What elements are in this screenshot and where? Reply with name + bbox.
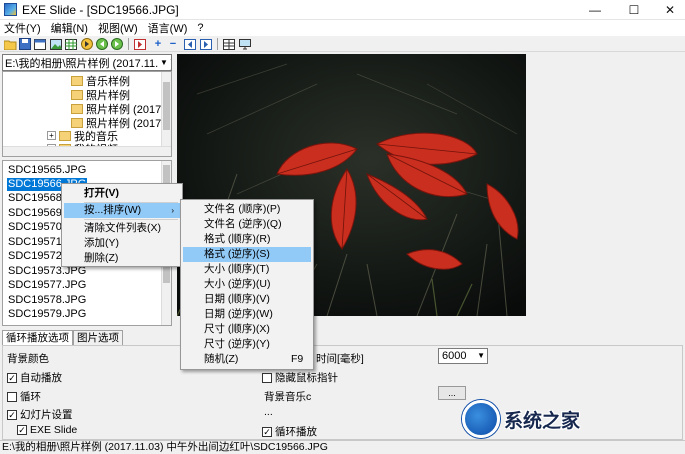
list-item[interactable]: SDC19565.JPG bbox=[7, 164, 87, 177]
menu-item-delete[interactable]: 删除(Z) bbox=[64, 251, 180, 266]
chevron-down-icon: ▼ bbox=[477, 351, 485, 360]
picture-icon[interactable] bbox=[49, 37, 63, 51]
slideshow-settings-checkbox[interactable]: ✓ 幻灯片设置 bbox=[7, 407, 73, 422]
watermark-logo-icon bbox=[462, 400, 500, 438]
context-menu: 打开(V) 按...排序(W) › 清除文件列表(X) 添加(Y) 删除(Z) bbox=[61, 183, 183, 267]
music-path-ellipsis: ... bbox=[264, 406, 273, 418]
chevron-down-icon[interactable]: ▼ bbox=[158, 55, 170, 70]
add-icon[interactable]: + bbox=[151, 37, 165, 51]
menu-item-format-asc[interactable]: 格式 (顺序)(R) bbox=[183, 232, 311, 247]
menu-item-open[interactable]: 打开(V) bbox=[64, 186, 180, 201]
tab-image-options[interactable]: 图片选项 bbox=[73, 330, 123, 345]
monitor-icon[interactable] bbox=[238, 37, 252, 51]
remove-icon[interactable]: − bbox=[166, 37, 180, 51]
list-item[interactable]: SDC19577.JPG bbox=[7, 279, 87, 292]
sort-submenu: 文件名 (顺序)(P) 文件名 (逆序)(Q) 格式 (顺序)(R) 格式 (逆… bbox=[180, 199, 314, 370]
tab-loop-options[interactable]: 循环播放选项 bbox=[2, 330, 73, 345]
menu-bar: 文件(Y) 编辑(N) 视图(W) 语言(W) ? bbox=[0, 20, 685, 36]
toolbar: + − bbox=[0, 36, 685, 52]
folder-icon bbox=[71, 103, 83, 114]
menu-item-sort-by[interactable]: 按...排序(W) › bbox=[64, 203, 180, 218]
table-icon[interactable] bbox=[222, 37, 236, 51]
menu-item-dimension-desc[interactable]: 尺寸 (逆序)(Y) bbox=[183, 337, 311, 352]
tree-hscrollbar[interactable] bbox=[3, 146, 171, 156]
folder-icon bbox=[71, 89, 83, 100]
menu-file[interactable]: 文件(Y) bbox=[0, 20, 46, 36]
open-folder-icon[interactable] bbox=[3, 37, 17, 51]
check-icon[interactable] bbox=[7, 391, 17, 402]
list-item[interactable]: SDC19579.JPG bbox=[7, 308, 87, 321]
menu-help[interactable]: ? bbox=[192, 22, 208, 34]
menu-item-date-desc[interactable]: 日期 (逆序)(W) bbox=[183, 307, 311, 322]
loop-play-checkbox[interactable]: ✓ 循环播放 bbox=[262, 424, 317, 439]
folder-icon bbox=[59, 130, 71, 141]
app-icon bbox=[4, 3, 17, 16]
menu-item-format-desc[interactable]: 格式 (逆序)(S) bbox=[183, 247, 311, 262]
menu-item-date-asc[interactable]: 日期 (顺序)(V) bbox=[183, 292, 311, 307]
move-left-icon[interactable] bbox=[183, 37, 197, 51]
watermark: 系统之家 bbox=[462, 398, 685, 440]
check-icon[interactable]: ✓ bbox=[7, 409, 17, 420]
window-icon[interactable] bbox=[33, 37, 47, 51]
play-icon[interactable] bbox=[133, 37, 147, 51]
check-icon[interactable] bbox=[262, 372, 272, 383]
menu-item-random[interactable]: 随机(Z) F9 bbox=[183, 352, 311, 367]
interval-label: 时间[毫秒] bbox=[316, 353, 364, 365]
menu-item-name-asc[interactable]: 文件名 (顺序)(P) bbox=[183, 202, 311, 217]
menu-edit[interactable]: 编辑(N) bbox=[46, 20, 93, 36]
list-item[interactable]: SDC19578.JPG bbox=[7, 294, 87, 307]
menu-view[interactable]: 视图(W) bbox=[93, 20, 143, 36]
grid-icon[interactable] bbox=[64, 37, 78, 51]
forward-circle-icon[interactable] bbox=[80, 37, 94, 51]
menu-item-clear-list[interactable]: 清除文件列表(X) bbox=[64, 221, 180, 236]
next-icon[interactable] bbox=[110, 37, 124, 51]
scrollbar-thumb[interactable] bbox=[163, 82, 170, 130]
auto-play-checkbox[interactable]: ✓ 自动播放 bbox=[7, 370, 62, 385]
menu-separator bbox=[84, 219, 178, 220]
exe-slide-checkbox[interactable]: ✓ EXE Slide bbox=[17, 424, 77, 436]
shortcut-f9: F9 bbox=[291, 353, 304, 365]
path-text: E:\我的相册\照片样例 (2017.11.03) 中午 bbox=[5, 57, 172, 70]
prev-icon[interactable] bbox=[95, 37, 109, 51]
toolbar-separator bbox=[128, 38, 129, 50]
check-icon[interactable]: ✓ bbox=[7, 372, 17, 383]
menu-language[interactable]: 语言(W) bbox=[143, 20, 193, 36]
path-combobox[interactable]: E:\我的相册\照片样例 (2017.11.03) 中午 ▼ bbox=[2, 54, 172, 71]
interval-select[interactable]: 6000 ▼ bbox=[438, 348, 488, 364]
tree-item[interactable]: 照片样例 bbox=[71, 88, 130, 102]
close-button[interactable]: ✕ bbox=[647, 0, 685, 20]
loop-checkbox[interactable]: 循环 bbox=[7, 389, 41, 404]
tree-item[interactable]: 照片样例 (2017.11. bbox=[71, 102, 171, 116]
check-icon[interactable]: ✓ bbox=[262, 426, 272, 437]
menu-item-add[interactable]: 添加(Y) bbox=[64, 236, 180, 251]
bg-color-label: 背景颜色 bbox=[7, 353, 49, 365]
folder-icon bbox=[71, 117, 83, 128]
folder-tree[interactable]: 音乐样例 照片样例 照片样例 (2017.11. 照片样例 (2017.11. … bbox=[2, 71, 172, 157]
menu-item-name-desc[interactable]: 文件名 (逆序)(Q) bbox=[183, 217, 311, 232]
title-bar: EXE Slide - [SDC19566.JPG] — ☐ ✕ bbox=[0, 0, 685, 20]
save-icon[interactable] bbox=[18, 37, 32, 51]
move-right-icon[interactable] bbox=[199, 37, 213, 51]
tree-item[interactable]: 音乐样例 bbox=[71, 74, 130, 88]
status-bar: E:\我的相册\照片样例 (2017.11.03) 中午外出间边红叶\SDC19… bbox=[0, 440, 685, 454]
menu-item-size-desc[interactable]: 大小 (逆序)(U) bbox=[183, 277, 311, 292]
tab-bar: 循环播放选项 图片选项 bbox=[2, 330, 123, 345]
toolbar-separator bbox=[217, 38, 218, 50]
chevron-right-icon: › bbox=[171, 206, 174, 215]
menu-item-size-asc[interactable]: 大小 (顺序)(T) bbox=[183, 262, 311, 277]
tree-scrollbar[interactable] bbox=[161, 72, 171, 156]
window-title: EXE Slide - [SDC19566.JPG] bbox=[22, 2, 179, 17]
expand-icon[interactable]: + bbox=[47, 131, 56, 140]
folder-icon bbox=[71, 75, 83, 86]
menu-item-dimension-asc[interactable]: 尺寸 (顺序)(X) bbox=[183, 322, 311, 337]
watermark-text: 系统之家 bbox=[504, 410, 581, 432]
check-icon[interactable]: ✓ bbox=[17, 425, 27, 435]
bg-music-label: 背景音乐c bbox=[264, 391, 312, 403]
hide-cursor-checkbox[interactable]: 隐藏鼠标指针 bbox=[262, 370, 338, 385]
